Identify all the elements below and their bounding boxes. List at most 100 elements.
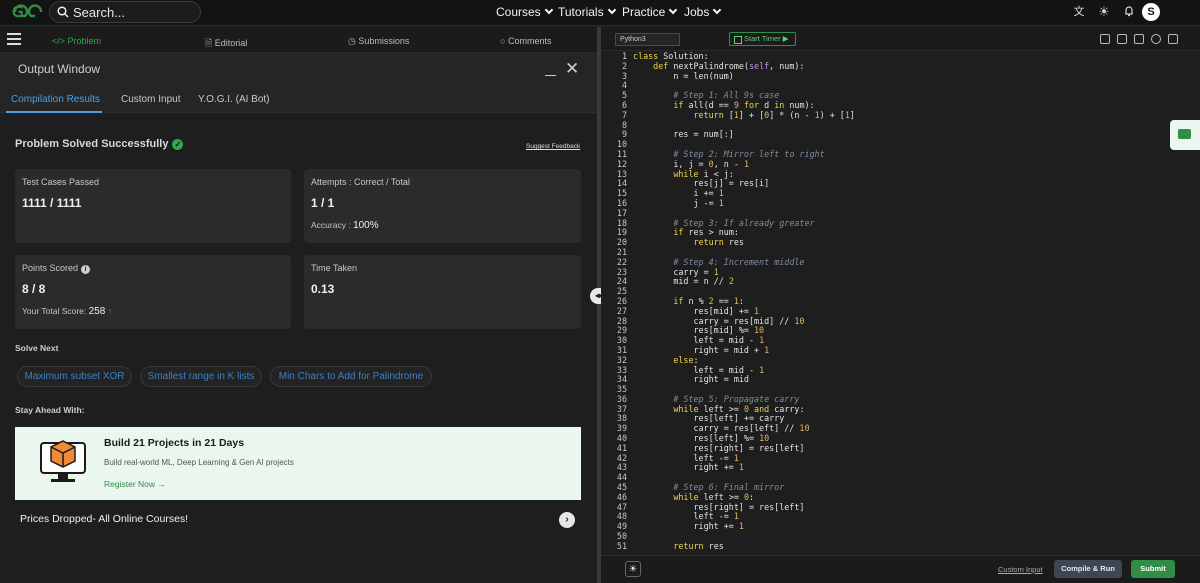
chevron-down-icon (713, 5, 722, 15)
test-cases-value: 1111 / 1111 (22, 196, 82, 210)
clock-icon: ◷ (348, 36, 356, 46)
tab-problem[interactable]: </> Problem (52, 36, 101, 46)
output-tabs: Compilation Results Custom Input Y.O.G.I… (0, 83, 597, 113)
language-select[interactable]: Python3 (615, 33, 680, 46)
minimize-icon[interactable] (545, 75, 556, 76)
nav-courses[interactable]: Courses (496, 5, 553, 19)
chip-min-chars-palindrome[interactable]: Min Chars to Add for Palindrome (270, 366, 432, 387)
arrow-right-icon: → (157, 479, 166, 489)
accuracy-label: Accuracy : (311, 220, 351, 230)
copy-icon[interactable] (1100, 34, 1110, 44)
chip-maximum-subset-xor[interactable]: Maximum subset XOR (17, 366, 132, 387)
nav-tutorials-label: Tutorials (558, 5, 604, 19)
total-score-row: Your Total Score: 258 ↑ (22, 306, 112, 317)
active-tab-underline (6, 111, 102, 113)
nav-practice[interactable]: Practice (622, 5, 678, 19)
tab-editorial-label: Editorial (214, 38, 248, 48)
top-navbar: 𝖦 Search... Courses Tutorials Practice J… (0, 0, 1200, 26)
result-status: Problem Solved Successfully ✓ (15, 138, 184, 150)
chevron-right-icon[interactable]: › (559, 512, 575, 528)
lightbulb-icon[interactable]: ☀ (625, 561, 641, 577)
nav-jobs[interactable]: Jobs (684, 5, 722, 19)
gfg-logo[interactable]: 𝖦 (12, 3, 44, 21)
accuracy-row: Accuracy : 100% (311, 220, 379, 231)
chevron-down-icon (669, 5, 678, 15)
problem-tabs-bar: </> Problem 🗎 Editorial ◷ Submissions ○ … (0, 27, 597, 53)
line-numbers: 1 2 3 4 5 6 7 8 9 10 11 12 13 14 15 16 17 18 19 20 21 22 23 24 2… (616, 51, 627, 551)
total-score-label: Your Total Score: (22, 306, 87, 316)
search-icon (57, 6, 69, 18)
arrow-up-icon: ↑ (107, 306, 113, 316)
avatar[interactable]: S (1142, 3, 1160, 21)
nav-tutorials[interactable]: Tutorials (558, 5, 616, 19)
points-label: Points Scored (22, 263, 79, 273)
close-icon[interactable]: ✕ (565, 59, 579, 79)
total-score-value: 258 (88, 306, 106, 317)
tab-problem-label: Problem (67, 36, 102, 46)
tab-submissions[interactable]: ◷ Submissions (348, 36, 409, 47)
time-value: 0.13 (311, 282, 335, 296)
upload-icon[interactable] (1117, 34, 1127, 44)
info-icon[interactable]: i (81, 265, 91, 274)
custom-input-link[interactable]: Custom Input (998, 565, 1043, 574)
search-placeholder: Search... (73, 5, 126, 20)
nav-jobs-label: Jobs (684, 5, 710, 19)
tab-comments[interactable]: ○ Comments (500, 36, 551, 46)
check-circle-icon: ✓ (172, 138, 184, 150)
points-label-row: Points Scored i (22, 263, 91, 274)
submit-button[interactable]: Submit (1131, 560, 1175, 578)
settings-icon[interactable] (1134, 34, 1144, 44)
play-icon: ▶ (782, 34, 789, 43)
prices-dropped-text: Prices Dropped- All Online Courses! (20, 513, 189, 525)
points-value: 8 / 8 (22, 282, 46, 296)
tab-yogi-bot[interactable]: Y.O.G.I. (AI Bot) (198, 94, 270, 105)
promo-title: Build 21 Projects in 21 Days (104, 437, 245, 449)
translate-icon[interactable]: 文 (1072, 5, 1086, 19)
chevron-down-icon (544, 5, 553, 15)
output-window-header: Output Window ✕ (0, 53, 597, 83)
tab-comments-label: Comments (507, 36, 552, 46)
suggest-feedback-link[interactable]: Suggest Feedback (526, 143, 580, 150)
editor-footer: ☀ Custom Input Compile & Run Submit (601, 555, 1200, 583)
register-now-label: Register Now (104, 479, 156, 489)
register-now-link[interactable]: Register Now → (104, 479, 166, 489)
document-icon: 🗎 (205, 38, 213, 48)
tab-custom-input[interactable]: Custom Input (121, 94, 180, 105)
accuracy-value: 100% (353, 220, 379, 231)
time-label: Time Taken (311, 263, 358, 273)
attempts-card: Attempts : Correct / Total 1 / 1 Accurac… (304, 169, 581, 243)
chat-icon[interactable] (1170, 120, 1200, 150)
menu-icon[interactable] (7, 33, 21, 45)
code-editor[interactable]: 1 2 3 4 5 6 7 8 9 10 11 12 13 14 15 16 17 18 19 20 21 22 23 24 2… (601, 51, 1200, 555)
solve-next-heading: Solve Next (15, 343, 59, 353)
tab-editorial[interactable]: 🗎 Editorial (205, 36, 247, 52)
nav-courses-label: Courses (496, 5, 541, 19)
promo-banner[interactable]: Build 21 Projects in 21 Days Build real-… (15, 427, 581, 500)
test-cases-card: Test Cases Passed 1111 / 1111 (15, 169, 291, 243)
compile-run-button[interactable]: Compile & Run (1054, 560, 1122, 578)
comment-icon: ○ (500, 36, 506, 46)
reset-icon[interactable] (1151, 34, 1161, 44)
attempts-label: Attempts : Correct / Total (311, 177, 410, 187)
chevron-down-icon (607, 5, 616, 15)
attempts-value: 1 / 1 (311, 196, 335, 210)
tab-submissions-label: Submissions (358, 36, 410, 46)
stay-ahead-heading: Stay Ahead With: (15, 405, 85, 415)
bell-icon[interactable] (1122, 5, 1136, 19)
chip-smallest-range[interactable]: Smallest range in K lists (140, 366, 262, 387)
output-window-title: Output Window (18, 62, 101, 76)
source-code: class Solution: def nextPalindrome(self,… (633, 51, 855, 551)
editor-toolbar: Python3 Start Timer ▶ (601, 27, 1200, 51)
search-bar[interactable]: Search... (49, 1, 201, 23)
start-timer-button[interactable]: Start Timer ▶ (729, 32, 796, 46)
start-timer-label: Start Timer (744, 34, 781, 43)
tab-compilation-results[interactable]: Compilation Results (11, 94, 100, 105)
theme-toggle-icon[interactable]: ☀ (1097, 5, 1111, 19)
monitor-box-icon (40, 440, 86, 482)
nav-practice-label: Practice (622, 5, 666, 19)
result-status-text: Problem Solved Successfully (15, 138, 169, 150)
fullscreen-icon[interactable] (1168, 34, 1178, 44)
output-window: Output Window ✕ Compilation Results Cust… (0, 53, 597, 583)
promo-subtitle: Build real-world ML, Deep Learning & Gen… (104, 458, 294, 467)
time-card: Time Taken 0.13 (304, 255, 581, 329)
